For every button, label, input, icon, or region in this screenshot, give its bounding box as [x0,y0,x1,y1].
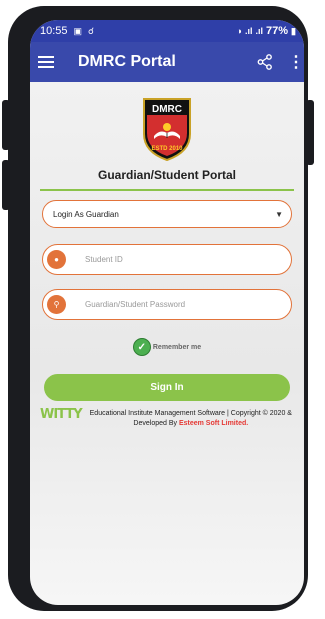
status-right: ◑ .ıl .ıl 77% ▮ [237,25,296,37]
image-icon: ▣ [73,25,83,36]
remember-me[interactable]: ✓ Remember me [30,338,304,356]
status-bar: 10:55 ▣ ☌ ◑ .ıl .ıl 77% ▮ [30,20,304,42]
app-title: DMRC Portal [78,53,176,70]
status-time: 10:55 [40,25,68,37]
footer-text: Educational Institute Management Softwar… [88,409,294,429]
password-field[interactable]: ⚲ Guardian/Student Password [42,289,292,320]
student-id-placeholder: Student ID [85,255,123,264]
footer-company: Esteem Soft Limited. [178,420,249,427]
hamburger-menu-icon[interactable] [38,56,54,68]
remember-label: Remember me [152,343,202,351]
signal-icon: .ıl [244,26,253,36]
sign-in-button[interactable]: Sign In [44,374,290,401]
user-icon: ● [47,250,66,269]
status-left: 10:55 ▣ ☌ [40,25,94,37]
logo-bottom-text: ESTD 2010 [151,146,183,152]
student-id-field[interactable]: ● Student ID [42,244,292,275]
checkmark-icon[interactable]: ✓ [132,338,151,356]
footer: WITTY Educational Institute Management S… [40,407,294,429]
dmrc-logo: DMRC ESTD 2010 [143,98,191,162]
signal-icon-2: .ıl [255,26,264,36]
battery-level: 77% [266,25,289,37]
portal-title: Guardian/Student Portal [97,168,236,182]
screen: 10:55 ▣ ☌ ◑ .ıl .ıl 77% ▮ DMRC Portal ⋮ … [30,20,304,605]
login-type-select[interactable]: Login As Guardian ▼ [42,200,292,228]
witty-logo: WITTY [40,407,83,422]
divider [40,189,294,191]
logo-top-text: DMRC [152,104,182,115]
wifi-icon: ◑ [236,26,242,36]
battery-icon: ▮ [291,25,296,36]
login-type-value: Login As Guardian [53,209,119,219]
app-bar: DMRC Portal ⋮ [30,42,304,82]
dropdown-caret-icon: ▼ [275,209,283,219]
phone-frame: 10:55 ▣ ☌ ◑ .ıl .ıl 77% ▮ DMRC Portal ⋮ … [8,6,308,611]
key-icon: ⚲ [47,295,66,314]
share-icon[interactable] [256,53,274,71]
usb-icon: ☌ [88,25,95,36]
more-options-icon[interactable]: ⋮ [288,52,304,72]
password-placeholder: Guardian/Student Password [85,300,186,309]
logo-container: DMRC ESTD 2010 [30,96,304,162]
